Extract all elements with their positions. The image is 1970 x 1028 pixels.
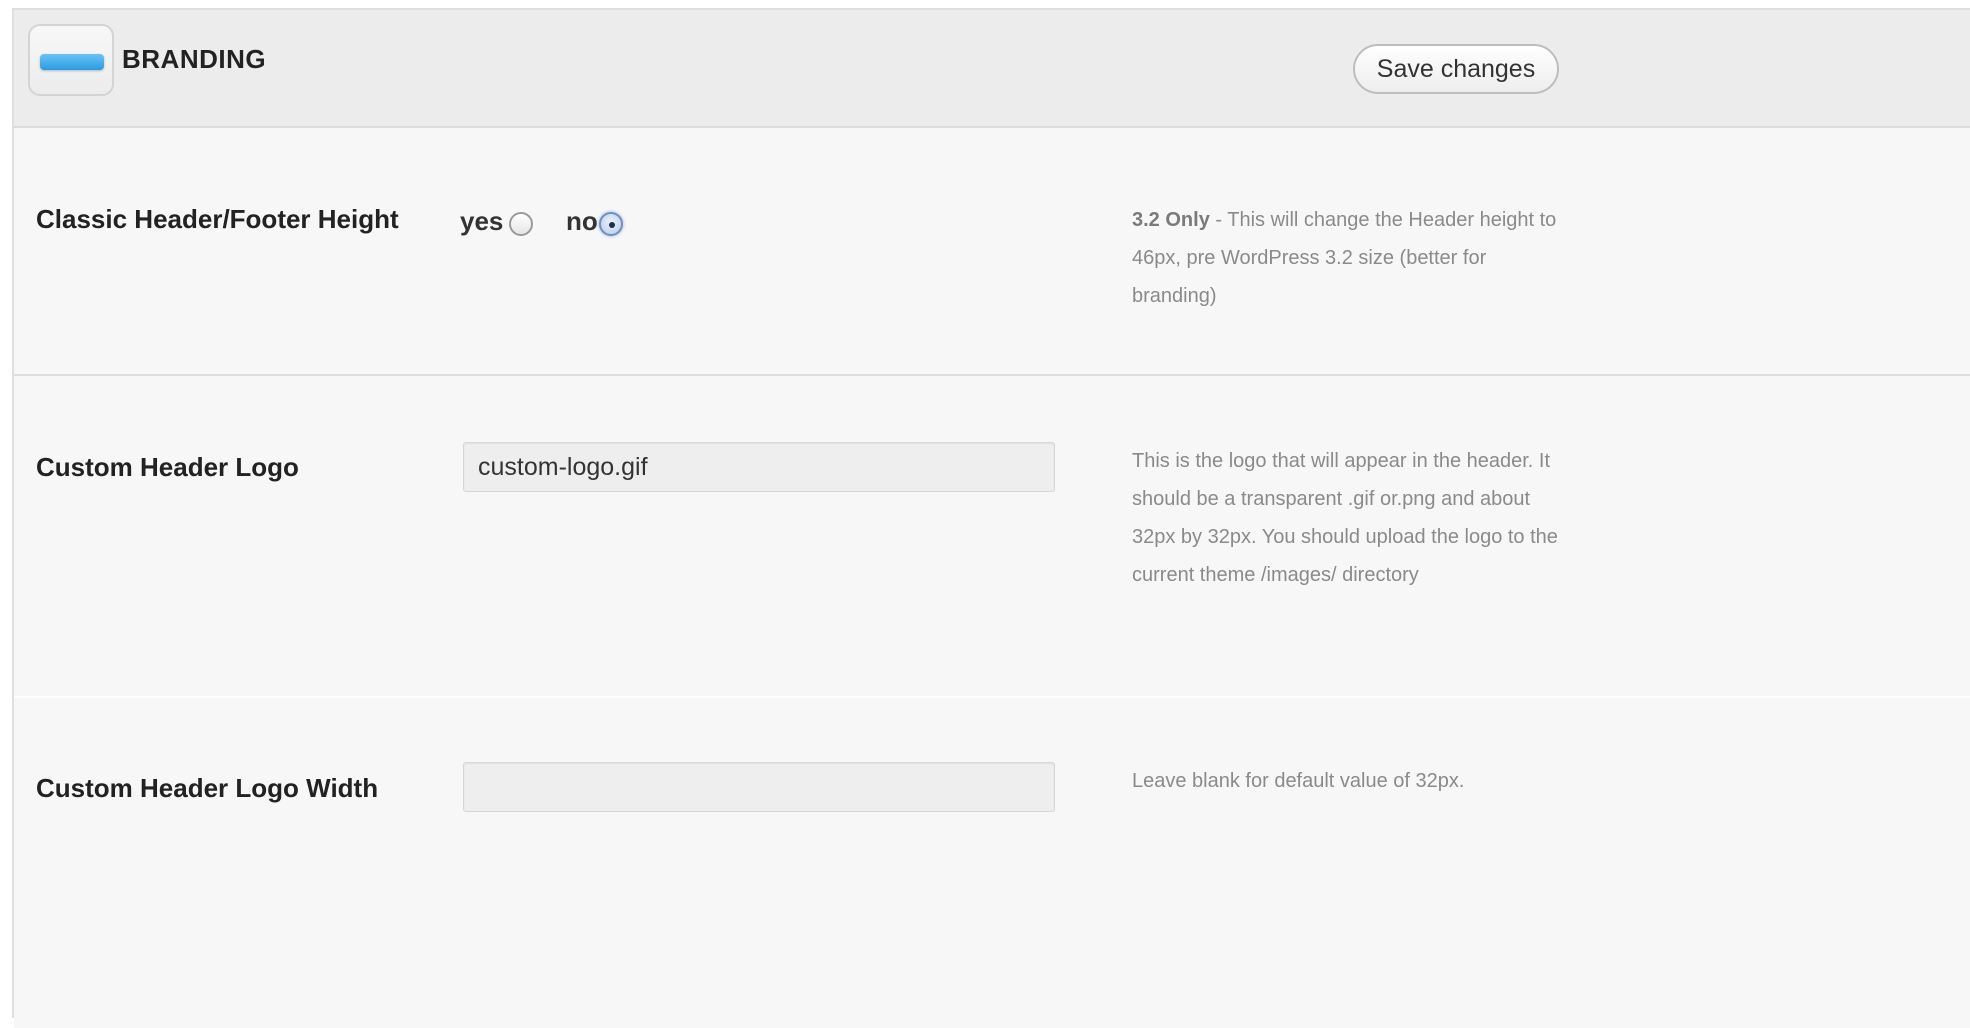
save-changes-button[interactable]: Save changes (1353, 44, 1559, 94)
option-description: This is the logo that will appear in the… (1132, 450, 1558, 586)
description-emphasis: 3.2 Only (1132, 209, 1210, 231)
option-row-custom-logo: Custom Header Logo This is the logo that… (14, 376, 1970, 698)
option-label: Custom Header Logo Width (36, 773, 379, 803)
option-description: Leave blank for default value of 32px. (1132, 770, 1465, 792)
section-title: BRANDING (122, 44, 267, 74)
radio-selected-dot (609, 222, 615, 228)
radio-yes[interactable] (509, 212, 533, 236)
radio-label-yes: yes (460, 206, 504, 236)
logo-width-input[interactable] (463, 762, 1055, 812)
option-label: Custom Header Logo (36, 452, 299, 482)
section-header: BRANDING Save changes (14, 10, 1970, 128)
option-row-classic-height: Classic Header/Footer Height yes no 3.2 … (14, 128, 1970, 376)
option-description: 3.2 Only - This will change the Header h… (1132, 201, 1562, 315)
option-label: Classic Header/Footer Height (36, 204, 399, 234)
radio-no[interactable] (599, 212, 623, 236)
radio-label-no: no (566, 206, 598, 236)
branding-bar-icon (28, 24, 114, 96)
option-row-logo-width: Custom Header Logo Width Leave blank for… (14, 698, 1970, 1028)
radio-option-no[interactable]: no (566, 206, 598, 237)
branding-bar-icon-fill (40, 54, 104, 70)
branding-settings-panel: BRANDING Save changes Classic Header/Foo… (12, 8, 1970, 1028)
radio-option-yes[interactable]: yes (460, 206, 503, 237)
custom-logo-input[interactable] (463, 442, 1055, 492)
